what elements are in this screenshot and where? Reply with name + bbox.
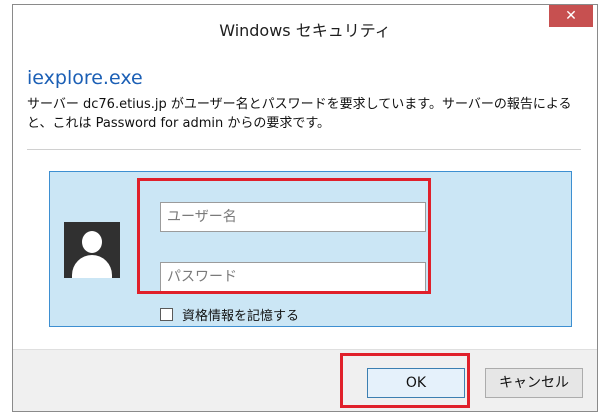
divider xyxy=(27,149,581,150)
auth-message: サーバー dc76.etius.jp がユーザー名とパスワードを要求しています。… xyxy=(27,97,572,131)
avatar-head xyxy=(82,231,102,253)
title-bar[interactable]: Windows セキュリティ ✕ xyxy=(13,5,597,45)
ok-button[interactable]: OK xyxy=(367,368,465,398)
remember-credentials[interactable]: 資格情報を記憶する xyxy=(160,305,299,324)
button-bar: OK キャンセル xyxy=(13,349,597,411)
close-icon[interactable]: ✕ xyxy=(549,5,593,27)
password-input[interactable] xyxy=(160,262,426,292)
cancel-button[interactable]: キャンセル xyxy=(485,368,583,398)
avatar-body xyxy=(72,255,112,278)
security-dialog: Windows セキュリティ ✕ iexplore.exe サーバー dc76.… xyxy=(12,4,598,412)
user-silhouette-icon xyxy=(64,222,120,278)
remember-checkbox[interactable] xyxy=(160,308,173,321)
remember-label: 資格情報を記憶する xyxy=(182,309,300,324)
username-input[interactable] xyxy=(160,202,426,232)
window-title: Windows セキュリティ xyxy=(219,21,391,40)
app-name: iexplore.exe xyxy=(27,67,143,89)
credential-panel: 資格情報を記憶する xyxy=(49,171,572,327)
